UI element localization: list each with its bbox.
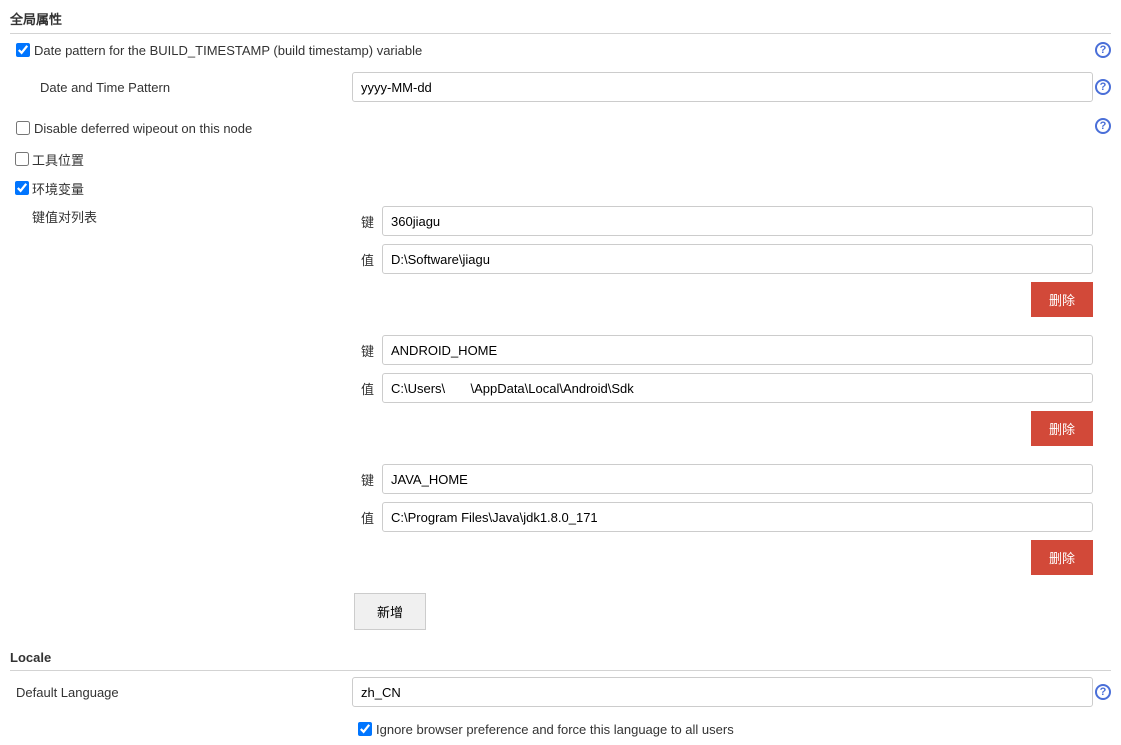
kv-section: 键 值 删除 键 值 删除 ? — [10, 206, 1111, 630]
input-kv-key[interactable] — [382, 206, 1093, 236]
checkbox-date-pattern[interactable] — [16, 43, 30, 57]
label-date-time-pattern: Date and Time Pattern — [34, 80, 352, 95]
label-key: 键 — [354, 470, 382, 489]
input-kv-key[interactable] — [382, 464, 1093, 494]
row-env-var: 环境变量 — [10, 173, 1111, 202]
delete-button[interactable]: 删除 — [1031, 411, 1093, 446]
input-kv-value[interactable] — [382, 244, 1093, 274]
section-title-global: 全局属性 — [10, 4, 1111, 34]
row-date-pattern-checkbox: Date pattern for the BUILD_TIMESTAMP (bu… — [10, 34, 1111, 66]
label-value: 值 — [354, 508, 382, 527]
label-value: 值 — [354, 379, 382, 398]
label-default-language: Default Language — [10, 685, 352, 700]
checkbox-ignore-browser[interactable] — [358, 722, 372, 736]
add-button[interactable]: 新增 — [354, 593, 426, 630]
input-default-language[interactable] — [352, 677, 1093, 707]
label-env-var: 环境变量 — [32, 179, 84, 198]
input-kv-key[interactable] — [382, 335, 1093, 365]
label-value: 值 — [354, 250, 382, 269]
label-date-pattern: Date pattern for the BUILD_TIMESTAMP (bu… — [34, 43, 422, 58]
section-title-locale: Locale — [10, 640, 1111, 671]
row-date-time-pattern: Date and Time Pattern ? — [10, 66, 1111, 108]
input-date-time-pattern[interactable] — [352, 72, 1093, 102]
checkbox-tool-location[interactable] — [15, 152, 29, 166]
label-ignore-browser: Ignore browser preference and force this… — [376, 722, 734, 737]
row-ignore-browser: Ignore browser preference and force this… — [10, 713, 1111, 745]
delete-button[interactable]: 删除 — [1031, 282, 1093, 317]
label-key: 键 — [354, 212, 382, 231]
help-icon[interactable]: ? — [1095, 118, 1111, 134]
delete-button[interactable]: 删除 — [1031, 540, 1093, 575]
input-kv-value[interactable] — [382, 373, 1093, 403]
input-kv-value[interactable] — [382, 502, 1093, 532]
label-disable-wipeout: Disable deferred wipeout on this node — [34, 121, 252, 136]
help-icon[interactable]: ? — [1095, 79, 1111, 95]
row-tool-location: 工具位置 — [10, 144, 1111, 173]
checkbox-disable-wipeout[interactable] — [16, 121, 30, 135]
help-icon[interactable]: ? — [1095, 42, 1111, 58]
help-icon[interactable]: ? — [1095, 684, 1111, 700]
label-tool-location: 工具位置 — [32, 150, 84, 169]
row-default-language: Default Language ? — [10, 671, 1111, 713]
label-key: 键 — [354, 341, 382, 360]
checkbox-env-var[interactable] — [15, 181, 29, 195]
row-disable-wipeout: Disable deferred wipeout on this node ? — [10, 108, 1111, 144]
